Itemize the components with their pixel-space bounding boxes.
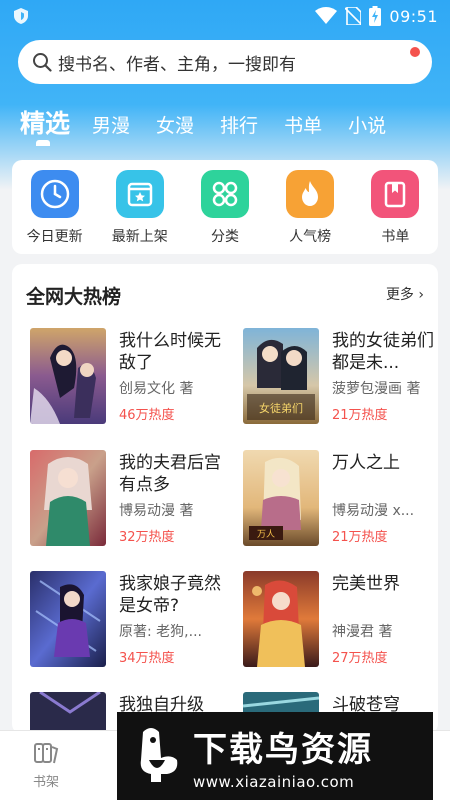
book-item[interactable]: 万人 万人之上 博易动漫 x... 21万热度 — [243, 450, 438, 550]
book-cover — [30, 571, 106, 667]
chevron-right-icon: › — [413, 287, 424, 303]
battery-charging-icon — [369, 6, 382, 26]
flame-icon — [286, 170, 335, 218]
book-title: 我家娘子竟然是女帝? — [119, 574, 221, 616]
tab-ranking[interactable]: 排行 — [220, 110, 258, 142]
clock-icon — [30, 170, 79, 218]
category-tabs: 精选 男漫 女漫 排行 书单 小说 — [0, 98, 450, 142]
book-title: 完美世界 — [332, 574, 400, 594]
book-author: 博易动漫 著 — [119, 503, 194, 519]
book-item[interactable]: 完美世界 神漫君 著 27万热度 — [243, 571, 438, 671]
tab-booklist[interactable]: 书单 — [284, 110, 322, 142]
book-item[interactable]: 我的夫君后宫有点多 博易动漫 著 32万热度 — [30, 450, 235, 550]
grid-icon — [200, 170, 249, 218]
watermark-url: www.xiazainiao.com — [193, 772, 355, 791]
book-title: 我的女徒弟们都是未... — [332, 331, 434, 373]
quick-item-category[interactable]: 分类 — [190, 160, 260, 254]
book-item[interactable]: 我什么时候无敌了 创易文化 著 46万热度 — [30, 328, 235, 428]
svg-text:万人: 万人 — [257, 529, 275, 540]
book-title: 万人之上 — [332, 453, 400, 473]
book-cover — [243, 571, 319, 667]
book-item[interactable]: 女徒弟们 我的女徒弟们都是未... 菠萝包漫画 著 21万热度 — [243, 328, 438, 428]
wifi-icon — [315, 7, 338, 24]
book-heat: 21万热度 — [332, 530, 388, 545]
book-author: 神漫君 著 — [332, 624, 393, 640]
book-author: 博易动漫 x... — [332, 503, 415, 519]
book-title: 我什么时候无敌了 — [119, 331, 221, 373]
bookmark-book-icon — [371, 170, 420, 218]
quick-item-label: 最新上架 — [111, 229, 168, 245]
book-heat: 46万热度 — [119, 408, 175, 423]
book-cover — [30, 328, 106, 424]
bird-logo-icon — [140, 728, 178, 782]
more-link[interactable]: 更多 › — [386, 284, 424, 304]
book-heat: 21万热度 — [332, 408, 388, 423]
shield-icon — [14, 8, 28, 24]
watermark: 下载鸟资源 www.xiazainiao.com — [117, 712, 433, 800]
new-box-icon — [115, 170, 164, 218]
status-bar: 09:51 — [0, 0, 450, 32]
quick-item-label: 人气榜 — [289, 229, 332, 245]
search-placeholder: 搜书名、作者、主角，一搜即有 — [58, 54, 296, 75]
quick-item-today-update[interactable]: 今日更新 — [20, 160, 90, 254]
tab-featured[interactable]: 精选 — [20, 106, 70, 142]
book-heat: 27万热度 — [332, 651, 388, 666]
book-title: 我的夫君后宫有点多 — [119, 453, 221, 495]
quick-menu: 今日更新 最新上架 分类 人气榜 书单 — [12, 160, 438, 254]
book-author: 原著: 老狗,... — [119, 624, 202, 640]
tab-male-comics[interactable]: 男漫 — [92, 110, 130, 142]
book-cover: 女徒弟们 — [243, 328, 319, 424]
quick-item-label: 分类 — [210, 229, 239, 245]
more-label: 更多 — [385, 287, 414, 303]
book-heat: 32万热度 — [119, 530, 175, 545]
book-item[interactable]: 我家娘子竟然是女帝? 原著: 老狗,... 34万热度 — [30, 571, 235, 671]
svg-text:女徒弟们: 女徒弟们 — [259, 401, 303, 415]
search-bar[interactable]: 搜书名、作者、主角，一搜即有 — [18, 40, 432, 84]
status-time: 09:51 — [389, 6, 438, 26]
tab-novel[interactable]: 小说 — [348, 110, 386, 142]
quick-item-label: 书单 — [381, 229, 410, 245]
section-title: 全网大热榜 — [26, 286, 122, 308]
quick-item-new-arrivals[interactable]: 最新上架 — [105, 160, 175, 254]
book-cover — [30, 692, 106, 734]
book-author: 创易文化 著 — [119, 381, 194, 397]
quick-item-booklist[interactable]: 书单 — [360, 160, 430, 254]
book-cover: 万人 — [243, 450, 319, 546]
nav-item-bookshelf[interactable]: 书架 — [18, 741, 74, 790]
book-cover — [30, 450, 106, 546]
book-author: 菠萝包漫画 著 — [332, 381, 421, 397]
quick-item-popular[interactable]: 人气榜 — [275, 160, 345, 254]
nav-label: 书架 — [32, 775, 59, 790]
no-sim-icon — [345, 7, 362, 25]
search-icon — [33, 53, 52, 72]
hot-ranking-section: 全网大热榜 更多 › 我什么时候无敌了 创易文化 著 46万热度 女徒弟们 我的… — [12, 264, 438, 734]
tab-indicator — [36, 140, 50, 146]
quick-item-label: 今日更新 — [26, 229, 83, 245]
tab-female-comics[interactable]: 女漫 — [156, 110, 194, 142]
bookshelf-icon — [34, 743, 59, 764]
book-heat: 34万热度 — [119, 651, 175, 666]
notification-dot — [410, 47, 420, 57]
watermark-title: 下载鸟资源 — [193, 729, 373, 770]
